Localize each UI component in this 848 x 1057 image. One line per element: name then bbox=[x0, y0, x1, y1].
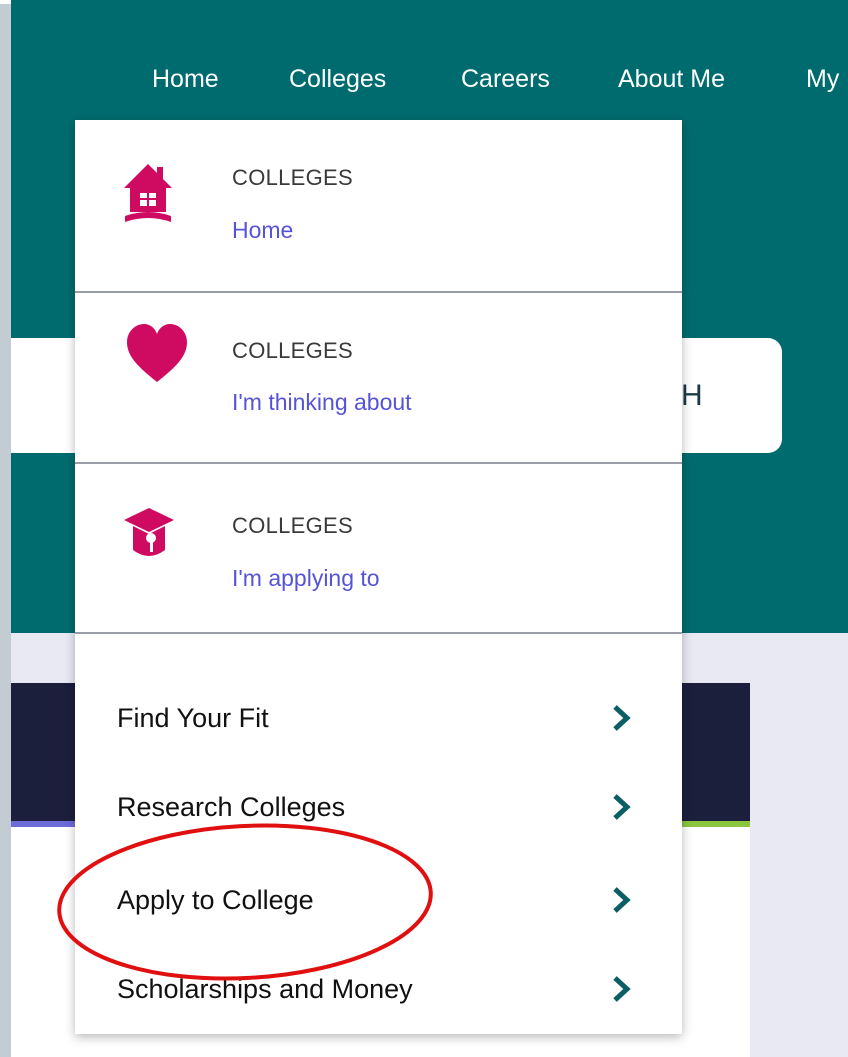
top-edge-mark bbox=[0, 0, 11, 4]
colleges-dropdown-menu: COLLEGES Home COLLEGES I'm thinking abou… bbox=[75, 120, 682, 1034]
chevron-right-icon bbox=[613, 794, 631, 820]
section-kicker: COLLEGES bbox=[232, 165, 354, 190]
search-button-partial-label[interactable]: H bbox=[681, 376, 703, 416]
menu-section-colleges-thinking[interactable]: COLLEGES I'm thinking about bbox=[75, 293, 682, 464]
nav-home[interactable]: Home bbox=[152, 58, 219, 100]
menu-section-colleges-home[interactable]: COLLEGES Home bbox=[75, 120, 682, 293]
menu-item-find-your-fit[interactable]: Find Your Fit bbox=[75, 674, 682, 762]
menu-item-scholarships-and-money[interactable]: Scholarships and Money bbox=[75, 945, 682, 1033]
menu-item-label: Find Your Fit bbox=[117, 703, 269, 733]
section-link: I'm applying to bbox=[232, 565, 380, 591]
nav-my[interactable]: My bbox=[806, 58, 839, 100]
menu-item-research-colleges[interactable]: Research Colleges bbox=[75, 763, 682, 851]
chevron-right-icon bbox=[613, 887, 631, 913]
menu-item-label: Apply to College bbox=[117, 885, 314, 915]
nav-colleges[interactable]: Colleges bbox=[289, 58, 386, 100]
nav-about-me[interactable]: About Me bbox=[618, 58, 725, 100]
house-icon bbox=[124, 164, 172, 222]
chevron-right-icon bbox=[613, 976, 631, 1002]
section-link: Home bbox=[232, 217, 294, 243]
menu-item-label: Research Colleges bbox=[117, 792, 346, 822]
section-kicker: COLLEGES bbox=[232, 513, 354, 538]
graduation-cap-icon bbox=[124, 508, 174, 556]
section-link: I'm thinking about bbox=[232, 389, 412, 415]
heart-icon bbox=[127, 324, 187, 382]
section-kicker: COLLEGES bbox=[232, 338, 354, 363]
menu-section-colleges-applying[interactable]: COLLEGES I'm applying to bbox=[75, 464, 682, 634]
left-edge-strip bbox=[0, 0, 11, 1057]
top-nav: Home Colleges Careers About Me My bbox=[0, 58, 848, 100]
menu-item-apply-to-college[interactable]: Apply to College bbox=[75, 856, 682, 944]
nav-careers[interactable]: Careers bbox=[461, 58, 550, 100]
menu-item-label: Scholarships and Money bbox=[117, 974, 413, 1004]
chevron-right-icon bbox=[613, 705, 631, 731]
